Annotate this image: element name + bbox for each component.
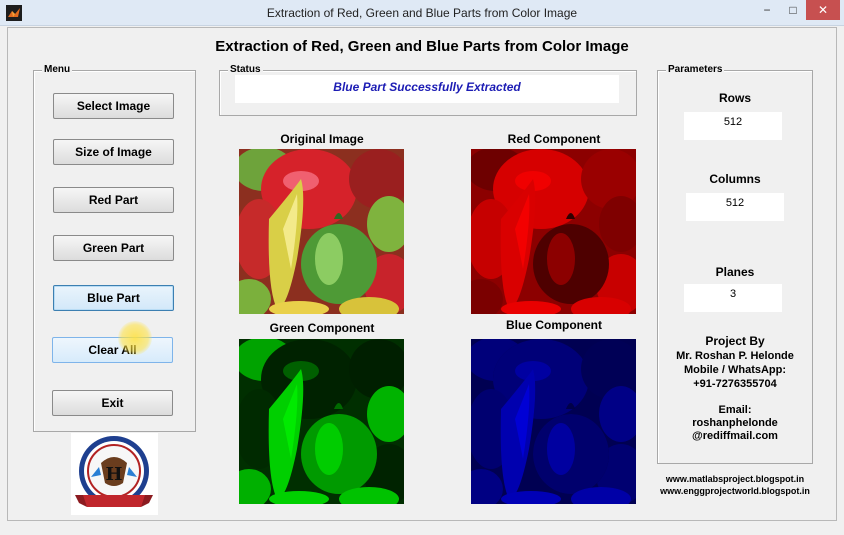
website-link-1[interactable]: www.matlabsproject.blogspot.in [640, 474, 830, 484]
clear-all-button[interactable]: Clear All [52, 337, 173, 363]
select-image-button[interactable]: Select Image [53, 93, 174, 119]
original-image [239, 149, 404, 314]
maximize-button[interactable]: □ [780, 0, 806, 20]
parameters-panel-title: Parameters [666, 64, 725, 75]
phone-number: +91-7276355704 [693, 378, 777, 390]
blue-component-label: Blue Component [506, 318, 602, 332]
original-image-label: Original Image [280, 132, 364, 146]
minimize-button[interactable]: − [754, 0, 780, 20]
menu-panel-title: Menu [42, 64, 73, 75]
project-logo: H [71, 433, 158, 515]
logo-emblem-icon: H [75, 436, 153, 507]
window-titlebar: Extraction of Red, Green and Blue Parts … [0, 0, 844, 26]
status-panel-title: Status [228, 64, 263, 75]
rows-label: Rows [718, 91, 751, 105]
peppers-blue-image [471, 339, 636, 504]
email-domain: @rediffmail.com [692, 430, 778, 442]
window-title: Extraction of Red, Green and Blue Parts … [266, 6, 578, 20]
green-component-image [239, 339, 404, 504]
red-component-image [471, 149, 636, 314]
planes-value: 3 [684, 284, 782, 312]
peppers-red-image [471, 149, 636, 314]
green-component-label: Green Component [269, 321, 375, 335]
exit-button[interactable]: Exit [52, 390, 173, 416]
email-label: Email: [718, 404, 752, 416]
columns-value: 512 [686, 193, 784, 221]
close-button[interactable]: ✕ [806, 0, 840, 20]
project-by-label: Project By [705, 334, 765, 348]
mouse-cursor-highlight [118, 321, 152, 355]
columns-label: Columns [709, 172, 761, 186]
svg-text:H: H [105, 464, 122, 485]
size-of-image-button[interactable]: Size of Image [53, 139, 174, 165]
email-user: roshanphelonde [692, 417, 778, 429]
green-part-button[interactable]: Green Part [53, 235, 174, 261]
red-component-label: Red Component [507, 132, 601, 146]
planes-label: Planes [715, 265, 755, 279]
mobile-label: Mobile / WhatsApp: [683, 364, 787, 376]
blue-part-button[interactable]: Blue Part [53, 285, 174, 311]
peppers-image [239, 149, 404, 314]
website-link-2[interactable]: www.enggprojectworld.blogspot.in [640, 486, 830, 496]
red-part-button[interactable]: Red Part [53, 187, 174, 213]
status-message: Blue Part Successfully Extracted [235, 75, 619, 103]
blue-component-image [471, 339, 636, 504]
peppers-green-image [239, 339, 404, 504]
page-title: Extraction of Red, Green and Blue Parts … [215, 38, 629, 55]
rows-value: 512 [684, 112, 782, 140]
author-name: Mr. Roshan P. Helonde [676, 350, 794, 362]
